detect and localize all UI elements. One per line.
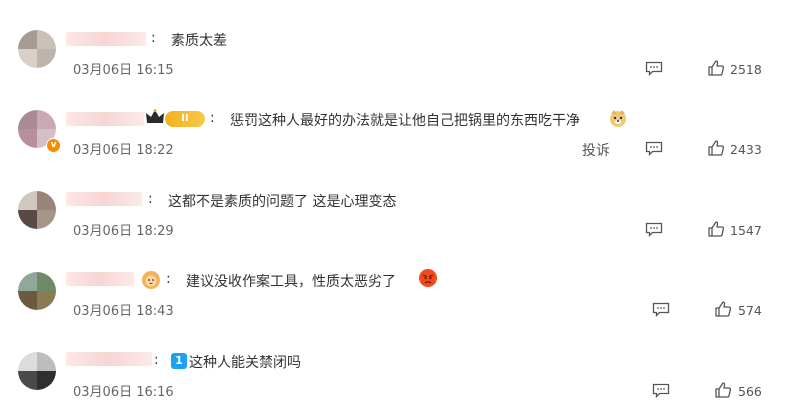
avatar[interactable] <box>18 352 56 390</box>
colon: : <box>154 352 159 368</box>
comment-text: 建议没收作案工具，性质太恶劣了 <box>186 274 396 290</box>
verified-icon: v <box>46 138 61 153</box>
avatar[interactable] <box>18 30 56 68</box>
colon: : <box>210 110 215 126</box>
thumbs-up-icon[interactable] <box>707 220 725 238</box>
rank-badge: 1 <box>171 353 187 369</box>
comment-text: 这种人能关禁闭吗 <box>189 355 301 371</box>
like-count: 1547 <box>730 223 762 238</box>
comment-text: 素质太差 <box>171 33 227 49</box>
avatar[interactable] <box>18 272 56 310</box>
thumbs-up-icon[interactable] <box>714 300 732 318</box>
angry-emoji-icon <box>419 269 437 287</box>
thumbs-up-icon[interactable] <box>707 59 725 77</box>
colon: : <box>166 271 171 287</box>
crown-icon <box>146 109 164 123</box>
colon: : <box>148 191 153 207</box>
like-count: 2518 <box>730 62 762 77</box>
thumbs-up-icon[interactable] <box>714 381 732 399</box>
reply-icon[interactable] <box>645 141 663 156</box>
lion-badge-icon <box>142 271 160 289</box>
like-count: 566 <box>738 384 762 399</box>
comment-time: 03月06日 16:15 <box>73 63 174 78</box>
thumbs-up-icon[interactable] <box>707 139 725 157</box>
comment-time: 03月06日 18:43 <box>73 304 174 319</box>
username-blurred[interactable] <box>66 352 152 366</box>
like-count: 574 <box>738 303 762 318</box>
reply-icon[interactable] <box>645 61 663 76</box>
reply-icon[interactable] <box>652 302 670 317</box>
username-blurred[interactable] <box>66 272 134 286</box>
comment-time: 03月06日 18:22 <box>73 143 174 158</box>
doge-emoji-icon <box>610 110 626 127</box>
username-blurred[interactable] <box>66 32 146 46</box>
reply-icon[interactable] <box>652 383 670 398</box>
colon: : <box>151 30 156 46</box>
level-badge: II <box>165 111 205 127</box>
comment-text: 这都不是素质的问题了 这是心理变态 <box>168 194 397 210</box>
report-button[interactable]: 投诉 <box>582 140 610 160</box>
avatar[interactable] <box>18 191 56 229</box>
username-blurred[interactable] <box>66 192 142 206</box>
comment-time: 03月06日 18:29 <box>73 224 174 239</box>
reply-icon[interactable] <box>645 222 663 237</box>
like-count: 2433 <box>730 142 762 157</box>
username-blurred[interactable] <box>66 112 144 126</box>
comment-text: 惩罚这种人最好的办法就是让他自己把锅里的东西吃干净 <box>230 113 580 129</box>
comment-time: 03月06日 16:16 <box>73 385 174 400</box>
